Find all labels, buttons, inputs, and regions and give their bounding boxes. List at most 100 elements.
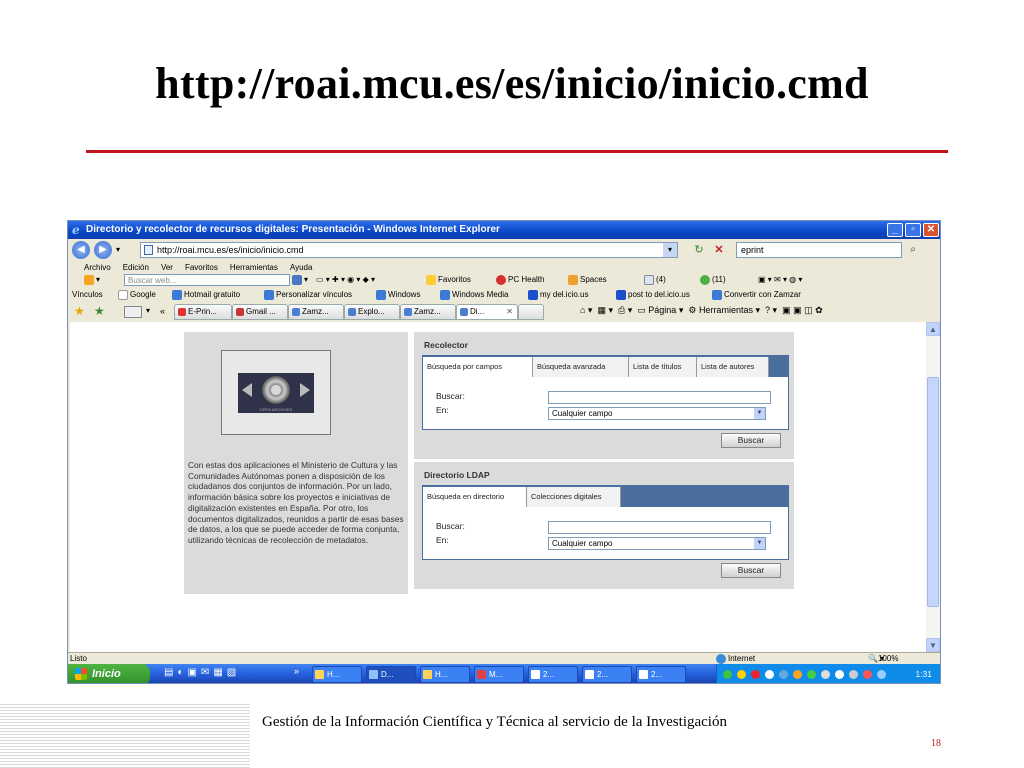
footer-pattern xyxy=(0,703,250,768)
scroll-up-icon[interactable]: ▲ xyxy=(926,322,940,336)
home-icon[interactable]: ⌂ ▾ xyxy=(580,305,592,315)
link-zamzar[interactable]: Convertir con Zamzar xyxy=(712,287,801,303)
vertical-scrollbar[interactable]: ▲ ▼ xyxy=(926,322,940,652)
quick-launch-icons[interactable]: ▤◐▣✉▦▧ xyxy=(164,667,240,678)
msn-icon[interactable]: ▾ xyxy=(84,272,100,288)
minimize-button[interactable]: _ xyxy=(887,223,903,237)
back-button[interactable]: ◀ xyxy=(72,241,90,259)
toolbar-msn-messenger[interactable]: (11) xyxy=(700,272,726,288)
tab-lista-titulos[interactable]: Lista de títulos xyxy=(629,357,697,377)
task-button-1[interactable]: H... xyxy=(312,666,362,683)
select-value: Cualquier campo xyxy=(552,409,613,418)
task-button-5[interactable]: 2... xyxy=(528,666,578,683)
tray-icon-9[interactable] xyxy=(835,670,844,679)
tray-icon-10[interactable] xyxy=(849,670,858,679)
taskbar: Inicio ▤◐▣✉▦▧ » H... D... H... M... 2...… xyxy=(68,664,940,683)
recolector-buscar-button[interactable]: Buscar xyxy=(721,433,781,448)
favorites-star-icon[interactable]: ★ xyxy=(74,304,85,318)
recolector-form: Búsqueda por campos Búsqueda avanzada Li… xyxy=(422,355,789,430)
toolbar-pc-health[interactable]: PC Health xyxy=(496,272,544,288)
new-tab-button[interactable] xyxy=(518,304,544,320)
toolbar-search-button[interactable]: ▾ xyxy=(292,272,308,288)
ldap-field-select[interactable]: Cualquier campo ▼ xyxy=(548,537,766,550)
address-dropdown-icon[interactable]: ▾ xyxy=(663,243,677,257)
tab-busqueda-por-campos[interactable]: Búsqueda por campos xyxy=(423,357,533,377)
recolector-search-input[interactable] xyxy=(548,391,771,404)
tab-explorer[interactable]: Explo... xyxy=(344,304,400,320)
task-button-6[interactable]: 2... xyxy=(582,666,632,683)
tray-icon-11[interactable] xyxy=(863,670,872,679)
tab-colecciones-digitales[interactable]: Colecciones digitales xyxy=(527,487,621,507)
search-go-icon[interactable]: ⌕ xyxy=(906,243,920,257)
recolector-tabs: Búsqueda por campos Búsqueda avanzada Li… xyxy=(423,356,788,377)
tray-icon-4[interactable] xyxy=(765,670,774,679)
tray-icon-5[interactable] xyxy=(779,670,788,679)
ldap-buscar-button[interactable]: Buscar xyxy=(721,563,781,578)
link-post-delicious[interactable]: post to del.icio.us xyxy=(616,287,690,303)
toolbar-spaces[interactable]: Spaces xyxy=(568,272,607,288)
tray-icon-2[interactable] xyxy=(737,670,746,679)
toolbar-search-input[interactable]: Buscar web... xyxy=(124,274,290,286)
tab-zamzar-1[interactable]: Zamz... xyxy=(288,304,344,320)
select-dropdown-icon[interactable]: ▼ xyxy=(754,408,765,419)
tab-lista-autores[interactable]: Lista de autores xyxy=(697,357,769,377)
history-dropdown-icon[interactable]: ▾ xyxy=(116,245,120,254)
toolbar-tools-icons[interactable]: ▭ ▾ ✚ ▾ ◉ ▾ ◆ ▾ xyxy=(316,272,375,288)
link-windows-media[interactable]: Windows Media xyxy=(440,287,508,303)
tray-icon-12[interactable] xyxy=(877,670,886,679)
stop-icon[interactable]: ✕ xyxy=(712,243,726,257)
tab-zamzar-2[interactable]: Zamz... xyxy=(400,304,456,320)
tab-directorio[interactable]: Di... ✕ xyxy=(456,304,518,320)
tab-scroll-left-icon[interactable]: « xyxy=(160,306,165,316)
tab-busqueda-avanzada[interactable]: Búsqueda avanzada xyxy=(533,357,629,377)
quick-launch-more-icon[interactable]: » xyxy=(294,666,299,676)
page-menu[interactable]: ▭ Página ▾ xyxy=(637,305,683,315)
link-personalizar[interactable]: Personalizar vínculos xyxy=(264,287,352,303)
add-favorite-icon[interactable]: ★ xyxy=(94,304,105,318)
extra-command-icons[interactable]: ▣ ▣ ◫ ✿ xyxy=(782,305,823,315)
print-icon[interactable]: ⎙ ▾ xyxy=(618,305,632,315)
tray-icon-1[interactable] xyxy=(723,670,732,679)
tools-menu[interactable]: ⚙ Herramientas ▾ xyxy=(688,305,760,315)
search-input[interactable]: eprint xyxy=(736,242,902,258)
logo-arrow-left-icon xyxy=(242,383,252,397)
tab-gmail[interactable]: Gmail ... xyxy=(232,304,288,320)
link-google[interactable]: Google xyxy=(118,287,156,303)
quick-tabs-icon[interactable] xyxy=(124,306,142,318)
start-button[interactable]: Inicio xyxy=(68,664,150,683)
tray-icon-7[interactable] xyxy=(807,670,816,679)
close-button[interactable]: ✕ xyxy=(923,223,939,237)
buscar-label: Buscar: xyxy=(436,391,465,401)
task-button-3[interactable]: H... xyxy=(420,666,470,683)
recolector-field-select[interactable]: Cualquier campo ▼ xyxy=(548,407,766,420)
tab-busqueda-directorio[interactable]: Búsqueda en directorio xyxy=(423,487,527,507)
tray-icon-6[interactable] xyxy=(793,670,802,679)
task-button-2[interactable]: D... xyxy=(366,666,416,683)
refresh-icon[interactable]: ↻ xyxy=(692,243,706,257)
feeds-icon[interactable]: ▦ ▾ xyxy=(597,305,613,315)
tab-eprints[interactable]: E-Prin... xyxy=(174,304,232,320)
link-windows[interactable]: Windows xyxy=(376,287,420,303)
toolbar-mail[interactable]: (4) xyxy=(644,272,666,288)
forward-button[interactable]: ▶ xyxy=(94,241,112,259)
tab-close-icon[interactable]: ✕ xyxy=(506,305,513,319)
toolbar-favoritos[interactable]: Favoritos xyxy=(426,272,471,288)
scroll-thumb[interactable] xyxy=(927,377,939,607)
link-hotmail[interactable]: Hotmail gratuito xyxy=(172,287,240,303)
tab-list-dropdown-icon[interactable]: ▾ xyxy=(146,306,150,315)
page-number: 18 xyxy=(931,738,941,749)
scroll-down-icon[interactable]: ▼ xyxy=(926,638,940,652)
task-button-7[interactable]: 2... xyxy=(636,666,686,683)
window-titlebar: e Directorio y recolector de recursos di… xyxy=(68,221,940,239)
task-button-4[interactable]: M... xyxy=(474,666,524,683)
open-archives-logo: OPEN ARCHIVES xyxy=(238,373,314,413)
help-icon[interactable]: ? ▾ xyxy=(765,305,777,315)
address-bar[interactable]: http://roai.mcu.es/es/inicio/inicio.cmd … xyxy=(140,242,678,258)
tray-icon-8[interactable] xyxy=(821,670,830,679)
select-dropdown-icon[interactable]: ▼ xyxy=(754,538,765,549)
toolbar-extra-icons[interactable]: ▣ ▾ ✉ ▾ ◍ ▾ xyxy=(758,272,802,288)
maximize-button[interactable]: ▫ xyxy=(905,223,921,237)
link-my-delicious[interactable]: my del.icio.us xyxy=(528,287,588,303)
ldap-search-input[interactable] xyxy=(548,521,771,534)
tray-icon-3[interactable] xyxy=(751,670,760,679)
